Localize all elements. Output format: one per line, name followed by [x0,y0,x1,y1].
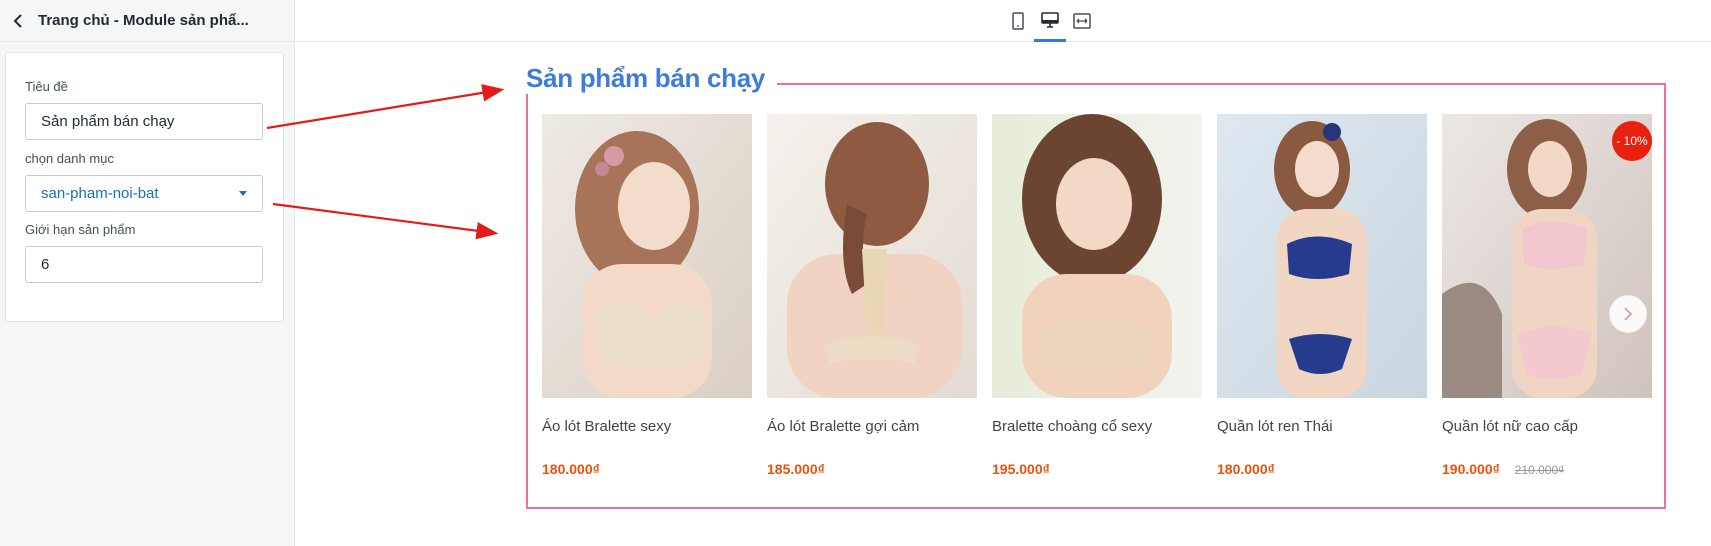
sidebar-title: Trang chủ - Module sản phẩ... [38,12,249,29]
preview-canvas: Sản phẩm bán chạy Áo lót Bralette sexy 1… [296,43,1711,546]
product-price: 180.000₫ [542,461,600,477]
category-select-value: san-pham-noi-bat [41,185,159,202]
price-row: 185.000₫ [767,461,977,477]
price-row: 180.000₫ [1217,461,1427,477]
product-image[interactable] [767,114,977,398]
product-name[interactable]: Quần lót nữ cao cấp [1442,418,1652,435]
sidebar-header: Trang chủ - Module sản phẩ... [0,0,294,42]
mobile-icon [1012,12,1024,30]
product-price: 190.000₫ [1442,461,1500,477]
desktop-icon [1041,11,1059,28]
mobile-view-button[interactable] [1002,0,1034,42]
chevron-left-icon[interactable] [10,13,26,29]
product-name[interactable]: Bralette choàng cổ sexy [992,418,1202,435]
product-card[interactable]: Bralette choàng cổ sexy 195.000₫ [992,114,1202,477]
product-price: 180.000₫ [1217,461,1275,477]
product-name[interactable]: Quần lót ren Thái [1217,418,1427,435]
product-card[interactable]: Quần lót ren Thái 180.000₫ [1217,114,1427,477]
fullwidth-icon [1073,13,1091,29]
product-price: 195.000₫ [992,461,1050,477]
price-row: 190.000₫ 210.000₫ [1442,461,1652,477]
chevron-right-icon [1624,307,1633,321]
product-image[interactable] [542,114,752,398]
price-row: 180.000₫ [542,461,752,477]
title-field-label: Tiêu đề [25,79,68,94]
product-card[interactable]: Áo lót Bralette sexy 180.000₫ [542,114,752,477]
carousel-next-button[interactable] [1609,295,1647,333]
fullwidth-view-button[interactable] [1066,0,1098,42]
product-card[interactable]: Áo lót Bralette gợi cảm 185.000₫ [767,114,977,477]
category-field-label: chọn danh mục [25,151,114,166]
title-input[interactable]: Sản phẩm bán chạy [25,103,263,140]
device-toolbar [296,0,1711,42]
product-image[interactable] [1217,114,1427,398]
category-select[interactable]: san-pham-noi-bat [25,175,263,212]
product-image[interactable]: - 10% [1442,114,1652,398]
sale-badge: - 10% [1612,121,1652,161]
price-row: 195.000₫ [992,461,1202,477]
product-name[interactable]: Áo lót Bralette gợi cảm [767,418,977,435]
old-price: 210.000₫ [1514,463,1565,477]
desktop-view-button[interactable] [1034,0,1066,42]
settings-sidebar: Trang chủ - Module sản phẩ... Tiêu đề Sả… [0,0,295,546]
caret-down-icon [239,191,247,196]
module-settings-card: Tiêu đề Sản phẩm bán chạy chọn danh mục … [5,52,284,322]
limit-field-label: Giới hạn sản phẩm [25,222,136,237]
limit-input[interactable]: 6 [25,246,263,283]
product-name[interactable]: Áo lót Bralette sexy [542,418,752,435]
product-price: 185.000₫ [767,461,825,477]
product-image[interactable] [992,114,1202,398]
section-title: Sản phẩm bán chạy [524,63,778,94]
